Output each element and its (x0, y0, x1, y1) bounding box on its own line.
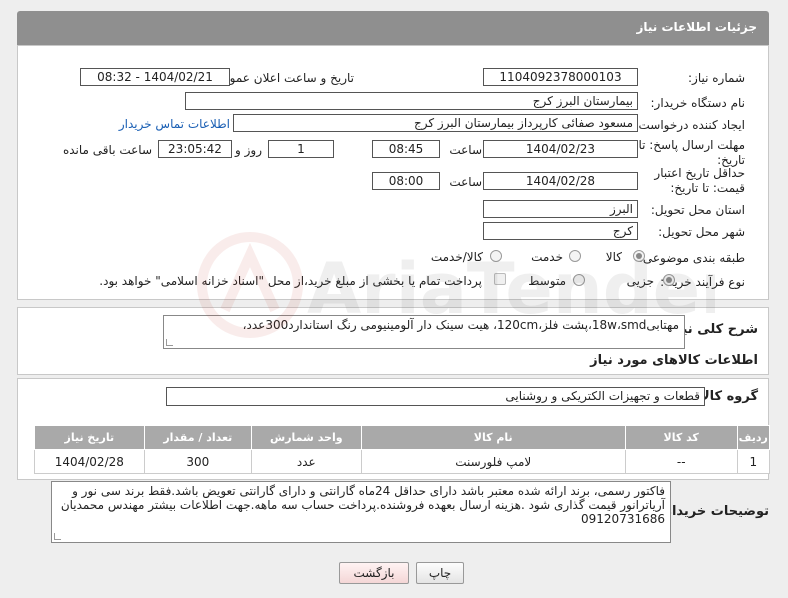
requester-field[interactable]: مسعود صفائی کارپرداز بیمارستان البرز کرج (233, 114, 638, 132)
validity-time-field[interactable]: 08:00 (372, 172, 440, 190)
province-field[interactable]: البرز (483, 200, 638, 218)
process-radio-medium[interactable] (573, 274, 585, 286)
table-row[interactable]: 1 -- لامپ فلورسنت عدد 300 1404/02/28 (34, 449, 771, 474)
days-label: روز و (235, 143, 262, 157)
back-button[interactable]: بازگشت (339, 562, 409, 584)
goods-group-field: قطعات و تجهیزات الکتریکی و روشنایی (166, 387, 705, 406)
cell-date: 1404/02/28 (34, 449, 145, 474)
category-label: طبقه بندی موضوعی: (638, 251, 745, 265)
requester-label: ایجاد کننده درخواست: (634, 118, 745, 132)
deadline-label: مهلت ارسال پاسخ: تا تاریخ: (638, 138, 745, 167)
province-label: استان محل تحویل: (650, 203, 745, 217)
col-row: ردیف (736, 425, 771, 450)
col-unit: واحد شمارش (251, 425, 362, 450)
buyer-notes-label: توضیحات خریدار: (659, 504, 769, 519)
announce-label: تاریخ و ساعت اعلان عمومی: (209, 71, 354, 85)
process-option-minor: جزیی (626, 274, 654, 288)
buyer-org-label: نام دستگاه خریدار: (650, 96, 746, 110)
city-label: شهر محل تحویل: (658, 225, 745, 239)
buyer-notes-textarea[interactable]: فاکتور رسمی، برند ارائه شده معتبر باشد د… (51, 481, 671, 543)
validity-time-label: ساعت (449, 175, 482, 189)
resize-grip-icon[interactable] (166, 339, 173, 346)
goods-table-header: ردیف کد کالا نام کالا واحد شمارش تعداد /… (34, 425, 771, 450)
cell-row: 1 (736, 449, 771, 474)
city-field[interactable]: کرج (483, 222, 638, 240)
cell-name: لامپ فلورسنت (360, 449, 626, 474)
goods-section-title: اطلاعات کالاهای مورد نیاز (590, 353, 758, 368)
col-qty: تعداد / مقدار (143, 425, 253, 450)
page-title: جزئیات اطلاعات نیاز (636, 20, 757, 34)
time-remaining-label: ساعت باقی مانده (62, 143, 152, 157)
time-remaining-field: 23:05:42 (158, 140, 232, 158)
deadline-time-field[interactable]: 08:45 (372, 140, 440, 158)
buyer-notes-text: فاکتور رسمی، برند ارائه شده معتبر باشد د… (60, 484, 665, 526)
announce-field[interactable]: 1404/02/21 - 08:32 (80, 68, 230, 86)
days-remaining-field: 1 (268, 140, 334, 158)
cell-code: -- (624, 449, 738, 474)
category-radio-service[interactable] (569, 250, 581, 262)
validity-label: حداقل تاریخ اعتبار قیمت: تا تاریخ: (654, 166, 745, 195)
need-number-label: شماره نیاز: (688, 71, 745, 85)
process-option-medium: متوسط (528, 274, 566, 288)
deadline-time-label: ساعت (449, 143, 482, 157)
category-option-both: کالا/خدمت (430, 250, 483, 264)
resize-grip-icon[interactable] (54, 533, 61, 540)
category-option-goods: کالا (605, 250, 622, 264)
validity-date-field[interactable]: 1404/02/28 (483, 172, 638, 190)
treasury-payment-checkbox[interactable] (494, 273, 506, 285)
process-radio-minor[interactable] (663, 274, 675, 286)
category-radio-goods[interactable] (633, 250, 645, 262)
col-code: کد کالا (624, 425, 738, 450)
summary-textarea[interactable]: مهتابی18w،smd،پشت فلز،120cm، هیت سینک دا… (163, 315, 685, 349)
page-header: جزئیات اطلاعات نیاز (17, 11, 769, 45)
contact-buyer-link[interactable]: اطلاعات تماس خریدار (119, 117, 230, 131)
summary-text: مهتابی18w،smd،پشت فلز،120cm، هیت سینک دا… (242, 318, 679, 332)
col-date: تاریخ نیاز (34, 425, 145, 450)
deadline-date-field[interactable]: 1404/02/23 (483, 140, 638, 158)
buyer-org-field[interactable]: بیمارستان البرز کرج (185, 92, 638, 110)
cell-qty: 300 (143, 449, 253, 474)
print-button[interactable]: چاپ (416, 562, 464, 584)
category-radio-both[interactable] (490, 250, 502, 262)
category-option-service: خدمت (531, 250, 563, 264)
need-number-field[interactable]: 1104092378000103 (483, 68, 638, 86)
goods-table: ردیف کد کالا نام کالا واحد شمارش تعداد /… (34, 425, 771, 474)
treasury-payment-note: پرداخت تمام یا بخشی از مبلغ خرید،از محل … (99, 274, 482, 288)
cell-unit: عدد (251, 449, 362, 474)
col-name: نام کالا (360, 425, 626, 450)
